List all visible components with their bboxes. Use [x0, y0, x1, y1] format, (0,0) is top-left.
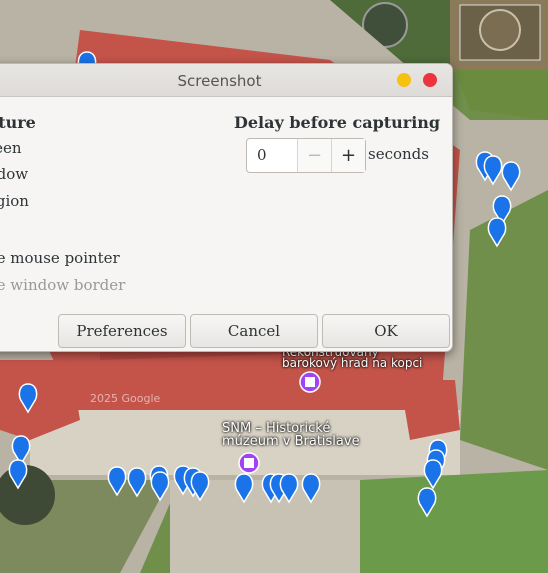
include-pointer-checkbox[interactable]: he mouse pointer — [0, 249, 120, 267]
capture-heading: pture — [0, 113, 36, 132]
screenshot-dialog: Screenshot pture reen ndow egion he mous… — [0, 63, 453, 352]
close-button[interactable] — [423, 73, 437, 87]
map-watermark: 2025 Google — [90, 392, 161, 405]
delay-unit: seconds — [368, 145, 429, 163]
ok-button[interactable]: OK — [322, 314, 450, 348]
include-border-checkbox[interactable]: he window border — [0, 276, 125, 294]
map-label-baroque-castle: barokový hrad na kopci — [282, 356, 423, 370]
cancel-button[interactable]: Cancel — [190, 314, 318, 348]
capture-option-region[interactable]: egion — [0, 192, 29, 210]
dialog-title: Screenshot — [177, 72, 262, 90]
delay-spinbutton: 0 − + — [246, 138, 366, 173]
map-label-museum-subtitle: múzeum v Bratislave — [222, 434, 360, 449]
delay-value[interactable]: 0 — [257, 146, 267, 164]
minimize-button[interactable] — [397, 73, 411, 87]
delay-increment-button[interactable]: + — [331, 139, 365, 172]
capture-option-window[interactable]: ndow — [0, 165, 28, 183]
delay-decrement-button[interactable]: − — [297, 139, 331, 172]
titlebar[interactable]: Screenshot — [0, 64, 452, 97]
preferences-button[interactable]: Preferences — [58, 314, 186, 348]
capture-option-screen[interactable]: reen — [0, 139, 22, 157]
delay-heading: Delay before capturing — [234, 113, 441, 132]
